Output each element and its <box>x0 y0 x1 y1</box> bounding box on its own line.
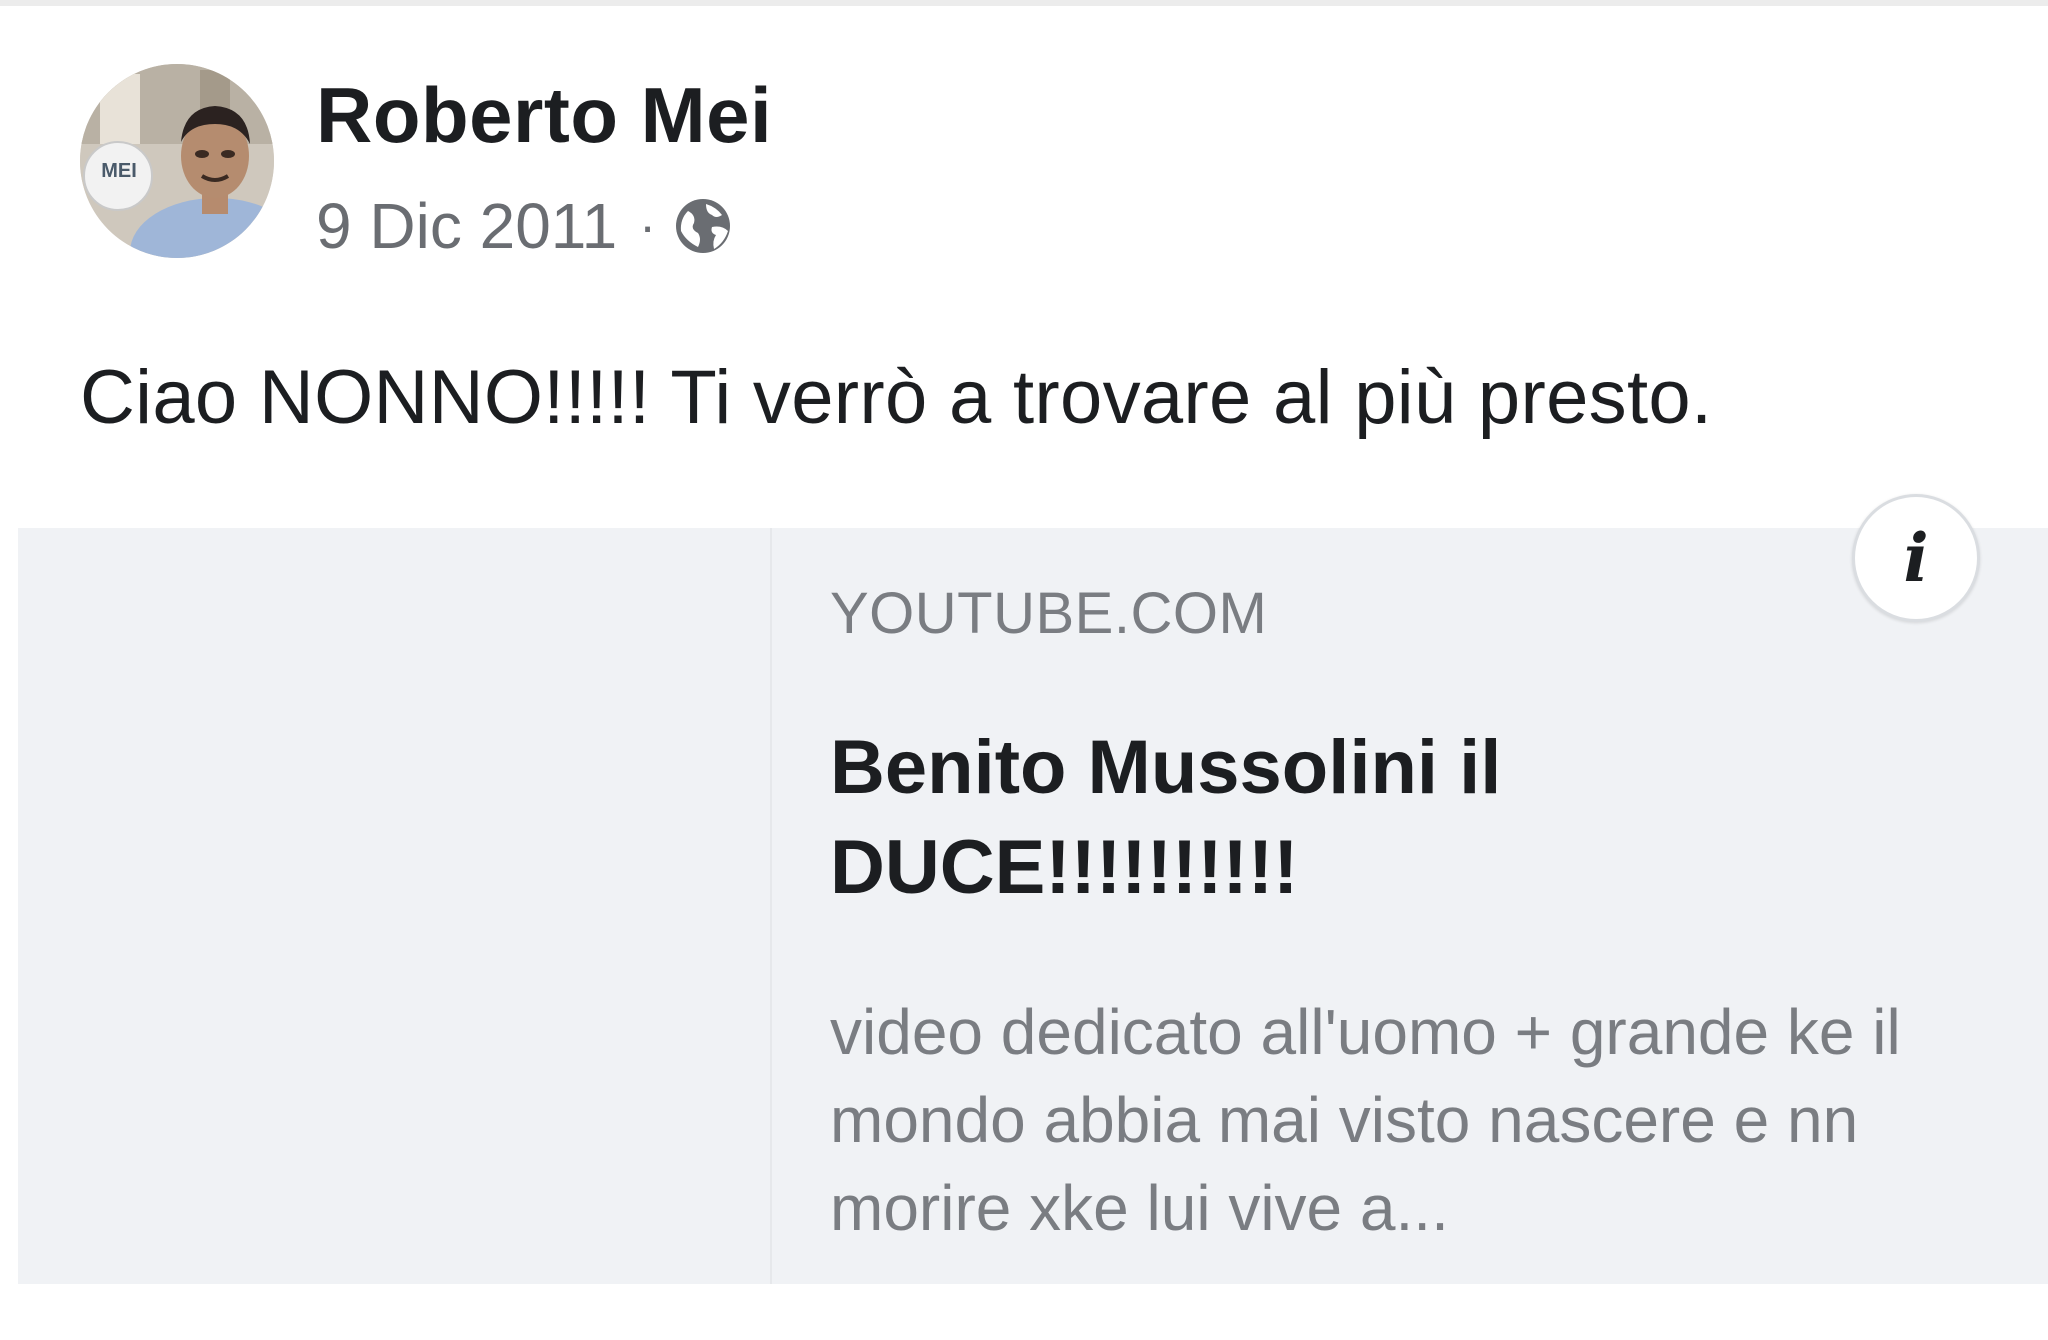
post-meta: 9 Dic 2011 · <box>316 188 734 264</box>
avatar-badge-text: MEI <box>101 160 137 182</box>
info-icon: i <box>1903 519 1929 597</box>
author-name[interactable]: Roberto Mei <box>316 70 772 161</box>
avatar[interactable]: MEI <box>80 64 274 258</box>
post-text: Ciao NONNO!!!!! Ti verrò a trovare al pi… <box>80 355 1713 440</box>
link-preview-card[interactable]: YOUTUBE.COM Benito Mussolini il DUCE!!!!… <box>18 494 2048 1284</box>
meta-separator: · <box>639 198 656 254</box>
facebook-post: MEI Roberto Mei 9 Dic 2011 · Ciao NONNO!… <box>0 6 2048 1340</box>
link-title[interactable]: Benito Mussolini il DUCE!!!!!!!!!! <box>830 718 1730 918</box>
info-button[interactable]: i <box>1852 494 1980 622</box>
link-description: video dedicato all'uomo + grande ke il m… <box>830 996 1901 1244</box>
link-domain: YOUTUBE.COM <box>830 581 1268 646</box>
link-thumbnail[interactable] <box>18 528 772 1284</box>
post-date[interactable]: 9 Dic 2011 <box>316 189 617 263</box>
globe-icon[interactable] <box>672 195 734 257</box>
